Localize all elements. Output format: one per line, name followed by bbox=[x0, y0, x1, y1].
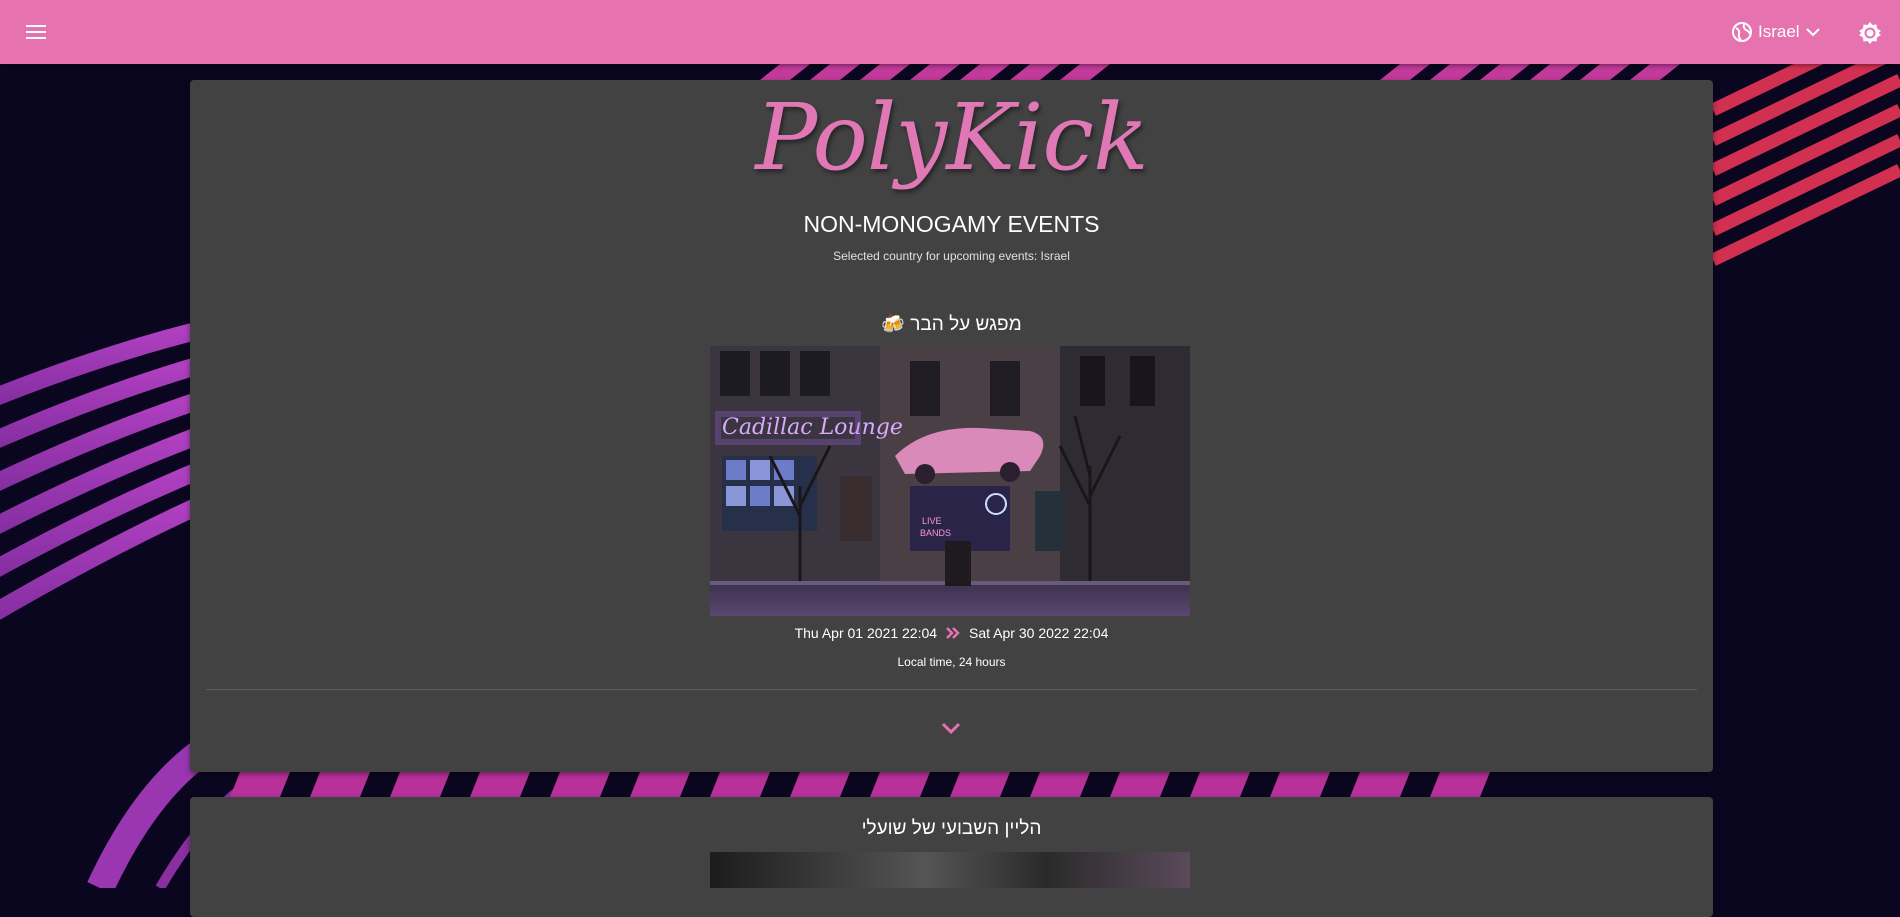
expand-button[interactable] bbox=[931, 714, 971, 742]
event-image[interactable]: Cadillac Lounge LIVE BANDS bbox=[710, 346, 1190, 616]
menu-button[interactable] bbox=[20, 18, 52, 46]
event-dates: Thu Apr 01 2021 22:04 Sat Apr 30 2022 22… bbox=[190, 625, 1713, 641]
neon-sign-text: Cadillac Lounge bbox=[722, 415, 903, 440]
event-title: הליין השבועי של שועלי bbox=[861, 818, 1042, 839]
card-divider bbox=[206, 689, 1697, 690]
chevron-down-icon bbox=[1805, 28, 1820, 37]
bar-street-night-photo: Cadillac Lounge LIVE BANDS bbox=[710, 346, 1190, 616]
country-label: Israel bbox=[1758, 22, 1800, 41]
live-sign-text: LIVE bbox=[922, 516, 942, 526]
site-logo: PolyKick bbox=[755, 84, 1148, 191]
country-selector[interactable]: Israel bbox=[1732, 16, 1820, 48]
event-start-date: Thu Apr 01 2021 22:04 bbox=[794, 625, 938, 641]
top-app-bar: Israel bbox=[0, 0, 1900, 64]
local-time-note: Local time, 24 hours bbox=[897, 655, 1006, 669]
bands-sign-text: BANDS bbox=[920, 528, 951, 538]
globe-icon bbox=[1732, 22, 1752, 42]
card-content: PolyKick NON-MONOGAMY EVENTS Selected co… bbox=[190, 0, 1713, 888]
event-end-date: Sat Apr 30 2022 22:04 bbox=[969, 625, 1109, 641]
chevron-down-icon bbox=[941, 722, 961, 734]
double-chevron-right-icon bbox=[946, 627, 960, 639]
brightness-gear-icon bbox=[1859, 22, 1881, 44]
country-note: Selected country for upcoming events: Is… bbox=[833, 249, 1070, 263]
theme-toggle-button[interactable] bbox=[1855, 18, 1885, 48]
event-image[interactable] bbox=[710, 852, 1190, 888]
hamburger-menu-icon bbox=[26, 25, 46, 39]
event-title: מפגש על הבר 🍻 bbox=[881, 314, 1022, 335]
site-subtitle: NON-MONOGAMY EVENTS bbox=[803, 211, 1100, 237]
